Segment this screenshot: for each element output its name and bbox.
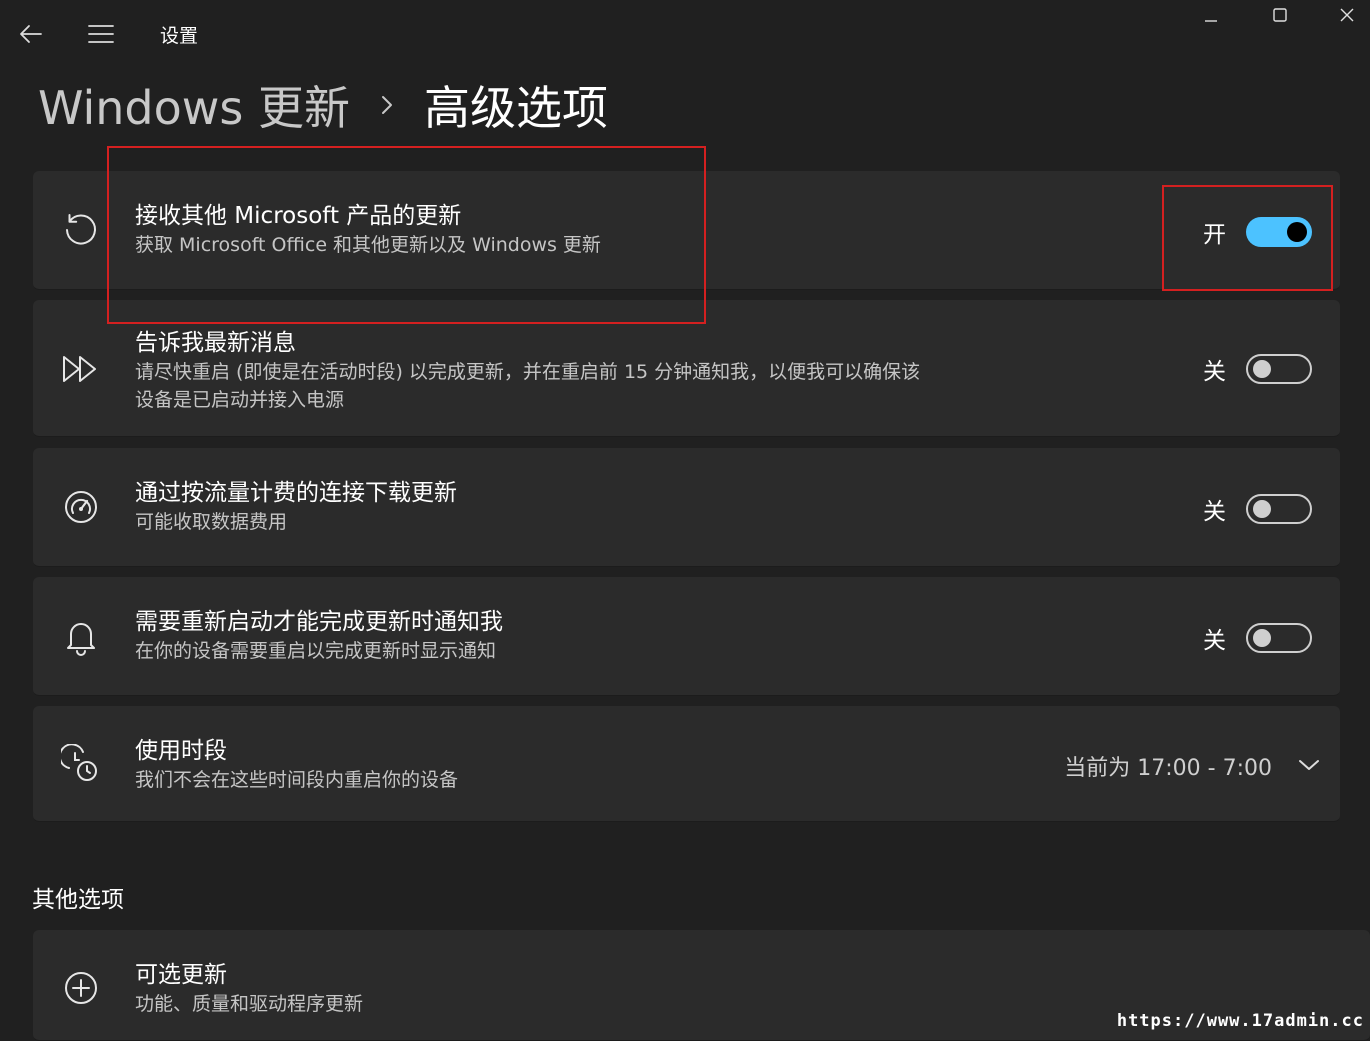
setting-title: 告诉我最新消息 <box>135 330 296 356</box>
setting-card-up-to-date[interactable]: 告诉我最新消息 请尽快重启 (即使是在活动时段) 以完成更新，并在重启前 15 … <box>33 300 1340 437</box>
setting-description-line2: 设备是已启动并接入电源 <box>135 389 345 411</box>
title-bar: 设置 <box>0 0 1370 70</box>
breadcrumb: Windows 更新 高级选项 <box>38 70 608 140</box>
toggle-knob <box>1287 222 1307 242</box>
active-hours-value: 当前为 17:00 - 7:00 <box>1064 756 1272 781</box>
toggle-state-label: 关 <box>1203 359 1226 385</box>
metered-toggle[interactable] <box>1246 494 1312 524</box>
setting-title: 可选更新 <box>135 962 227 988</box>
page-title: 高级选项 <box>423 81 608 135</box>
toggle-knob <box>1253 360 1271 378</box>
up-to-date-toggle[interactable] <box>1246 354 1312 384</box>
refresh-icon <box>59 208 103 252</box>
setting-title: 通过按流量计费的连接下载更新 <box>135 480 457 506</box>
section-title-other-options: 其他选项 <box>32 887 124 913</box>
maximize-icon <box>1273 8 1287 22</box>
setting-card-active-hours[interactable]: 使用时段 我们不会在这些时间段内重启你的设备 当前为 17:00 - 7:00 <box>33 706 1340 822</box>
setting-description: 我们不会在这些时间段内重启你的设备 <box>135 769 459 791</box>
setting-description: 可能收取数据费用 <box>135 511 288 533</box>
fast-forward-icon <box>59 347 103 391</box>
chevron-right-icon <box>380 94 394 116</box>
minimize-icon <box>1205 20 1217 22</box>
setting-description: 功能、质量和驱动程序更新 <box>135 993 364 1015</box>
gauge-icon <box>59 485 103 529</box>
toggle-state-label: 关 <box>1203 499 1226 525</box>
minimize-button[interactable] <box>1188 0 1234 30</box>
setting-description: 在你的设备需要重启以完成更新时显示通知 <box>135 640 497 662</box>
back-arrow-icon <box>20 25 42 43</box>
toggle-state-label: 开 <box>1203 222 1226 248</box>
restart-notify-toggle[interactable] <box>1246 623 1312 653</box>
back-button[interactable] <box>10 14 52 54</box>
toggle-knob <box>1253 500 1271 518</box>
menu-button[interactable] <box>78 14 124 54</box>
watermark: https://www.17admin.cc <box>1116 1011 1364 1031</box>
plus-circle-icon <box>59 966 103 1010</box>
active-hours-icon <box>59 742 103 786</box>
setting-title: 接收其他 Microsoft 产品的更新 <box>135 203 462 229</box>
app-title: 设置 <box>160 25 199 47</box>
toggle-knob <box>1253 629 1271 647</box>
maximize-button[interactable] <box>1257 0 1303 30</box>
bell-icon <box>59 615 103 659</box>
setting-description: 获取 Microsoft Office 和其他更新以及 Windows 更新 <box>135 234 601 256</box>
toggle-state-label: 关 <box>1203 628 1226 654</box>
other-products-toggle[interactable] <box>1246 217 1312 247</box>
setting-title: 使用时段 <box>135 738 227 764</box>
setting-card-restart-notify[interactable]: 需要重新启动才能完成更新时通知我 在你的设备需要重启以完成更新时显示通知 关 <box>33 577 1340 696</box>
chevron-down-icon[interactable] <box>1298 757 1320 776</box>
close-button[interactable] <box>1324 0 1370 30</box>
close-icon <box>1340 8 1354 22</box>
setting-description: 请尽快重启 (即使是在活动时段) 以完成更新，并在重启前 15 分钟通知我，以便… <box>135 361 921 383</box>
setting-title: 需要重新启动才能完成更新时通知我 <box>135 609 503 635</box>
setting-card-other-products[interactable]: 接收其他 Microsoft 产品的更新 获取 Microsoft Office… <box>33 171 1340 290</box>
hamburger-icon <box>88 25 114 43</box>
breadcrumb-parent-link[interactable]: Windows 更新 <box>38 72 350 138</box>
setting-card-metered[interactable]: 通过按流量计费的连接下载更新 可能收取数据费用 关 <box>33 448 1340 567</box>
